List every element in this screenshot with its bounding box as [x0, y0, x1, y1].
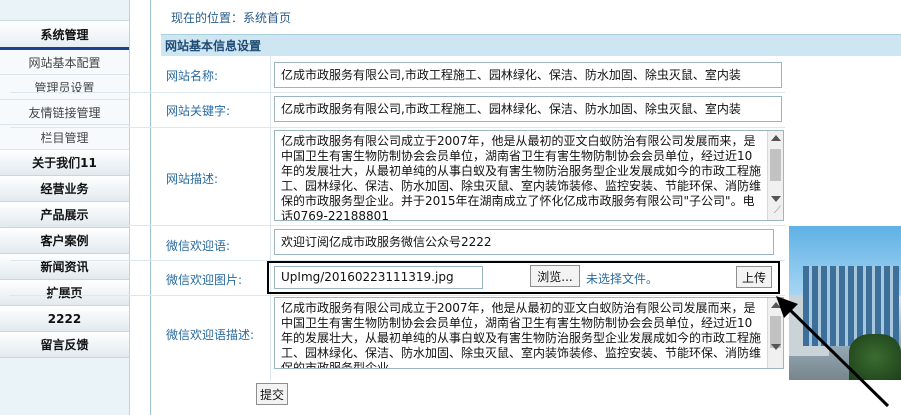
submit-button[interactable]: 提交: [256, 383, 288, 405]
section-title: 网站基本信息设置: [161, 34, 901, 56]
annotation-arrow-icon: [776, 296, 890, 408]
sidebar-item-feedback[interactable]: 留言反馈: [0, 332, 129, 358]
row-divider: [10, 225, 785, 226]
sidebar-item-cases[interactable]: 客户案例: [0, 228, 129, 254]
wechat-welcome-label: 微信欢迎语:: [166, 239, 231, 253]
sidebar-item-2222[interactable]: 2222: [0, 306, 129, 332]
scroll-up-icon[interactable]: [771, 135, 781, 141]
site-name-input[interactable]: 亿成市政服务有限公司,市政工程施工、园林绿化、保洁、防水加固、除虫灭鼠、室内装: [274, 62, 782, 88]
wechat-description-text: 亿成市政服务有限公司成立于2007年，他是从最初的亚文白蚁防治有限公司发展而来，…: [281, 301, 762, 369]
sidebar-item-site-config[interactable]: 网站基本配置: [0, 50, 129, 75]
site-description-textarea[interactable]: 亿成市政服务有限公司成立于2007年，他是从最初的亚文白蚁防治有限公司发展而来，…: [274, 130, 784, 221]
wechat-welcome-input[interactable]: 欢迎订阅亿成市政服务微信公众号2222: [274, 229, 774, 255]
sidebar-header-system[interactable]: 系统管理: [0, 20, 129, 50]
sidebar-item-admin-settings[interactable]: 管理员设置: [0, 75, 129, 100]
scroll-thumb[interactable]: [770, 149, 781, 181]
sidebar-item-news[interactable]: 新闻资讯: [0, 254, 129, 280]
resize-grip-icon[interactable]: ⟋: [774, 203, 781, 218]
table-divider: [270, 56, 271, 381]
sidebar: 系统管理 网站基本配置 管理员设置 友情链接管理 栏目管理 关于我们11 经营业…: [0, 0, 130, 415]
row-divider: [10, 92, 785, 93]
site-name-label: 网站名称:: [166, 69, 219, 83]
site-keywords-label: 网站关键字:: [166, 104, 231, 118]
site-description-label: 网站描述:: [166, 172, 219, 186]
scroll-down-icon[interactable]: [771, 196, 781, 202]
sidebar-item-extend[interactable]: 扩展页: [0, 280, 129, 306]
row-divider: [10, 127, 785, 128]
sidebar-item-column-manage[interactable]: 栏目管理: [0, 125, 129, 150]
wechat-description-textarea[interactable]: 亿成市政服务有限公司成立于2007年，他是从最初的亚文白蚁防治有限公司发展而来，…: [274, 297, 784, 369]
sidebar-item-business[interactable]: 经营业务: [0, 176, 129, 202]
breadcrumb: 现在的位置：系统首页: [171, 10, 292, 25]
wechat-description-label: 微信欢迎语描述:: [166, 328, 255, 342]
sidebar-item-about[interactable]: 关于我们11: [0, 150, 129, 176]
sidebar-item-friend-links[interactable]: 友情链接管理: [0, 100, 129, 125]
site-keywords-input[interactable]: 亿成市政服务有限公司,市政工程施工、园林绿化、保洁、防水加固、除虫灭鼠、室内装: [274, 96, 782, 122]
wechat-image-label: 微信欢迎图片:: [166, 273, 243, 287]
annotation-highlight-box: [267, 261, 780, 294]
site-description-text: 亿成市政服务有限公司成立于2007年，他是从最初的亚文白蚁防治有限公司发展而来，…: [281, 134, 762, 221]
row-divider: [10, 295, 785, 296]
